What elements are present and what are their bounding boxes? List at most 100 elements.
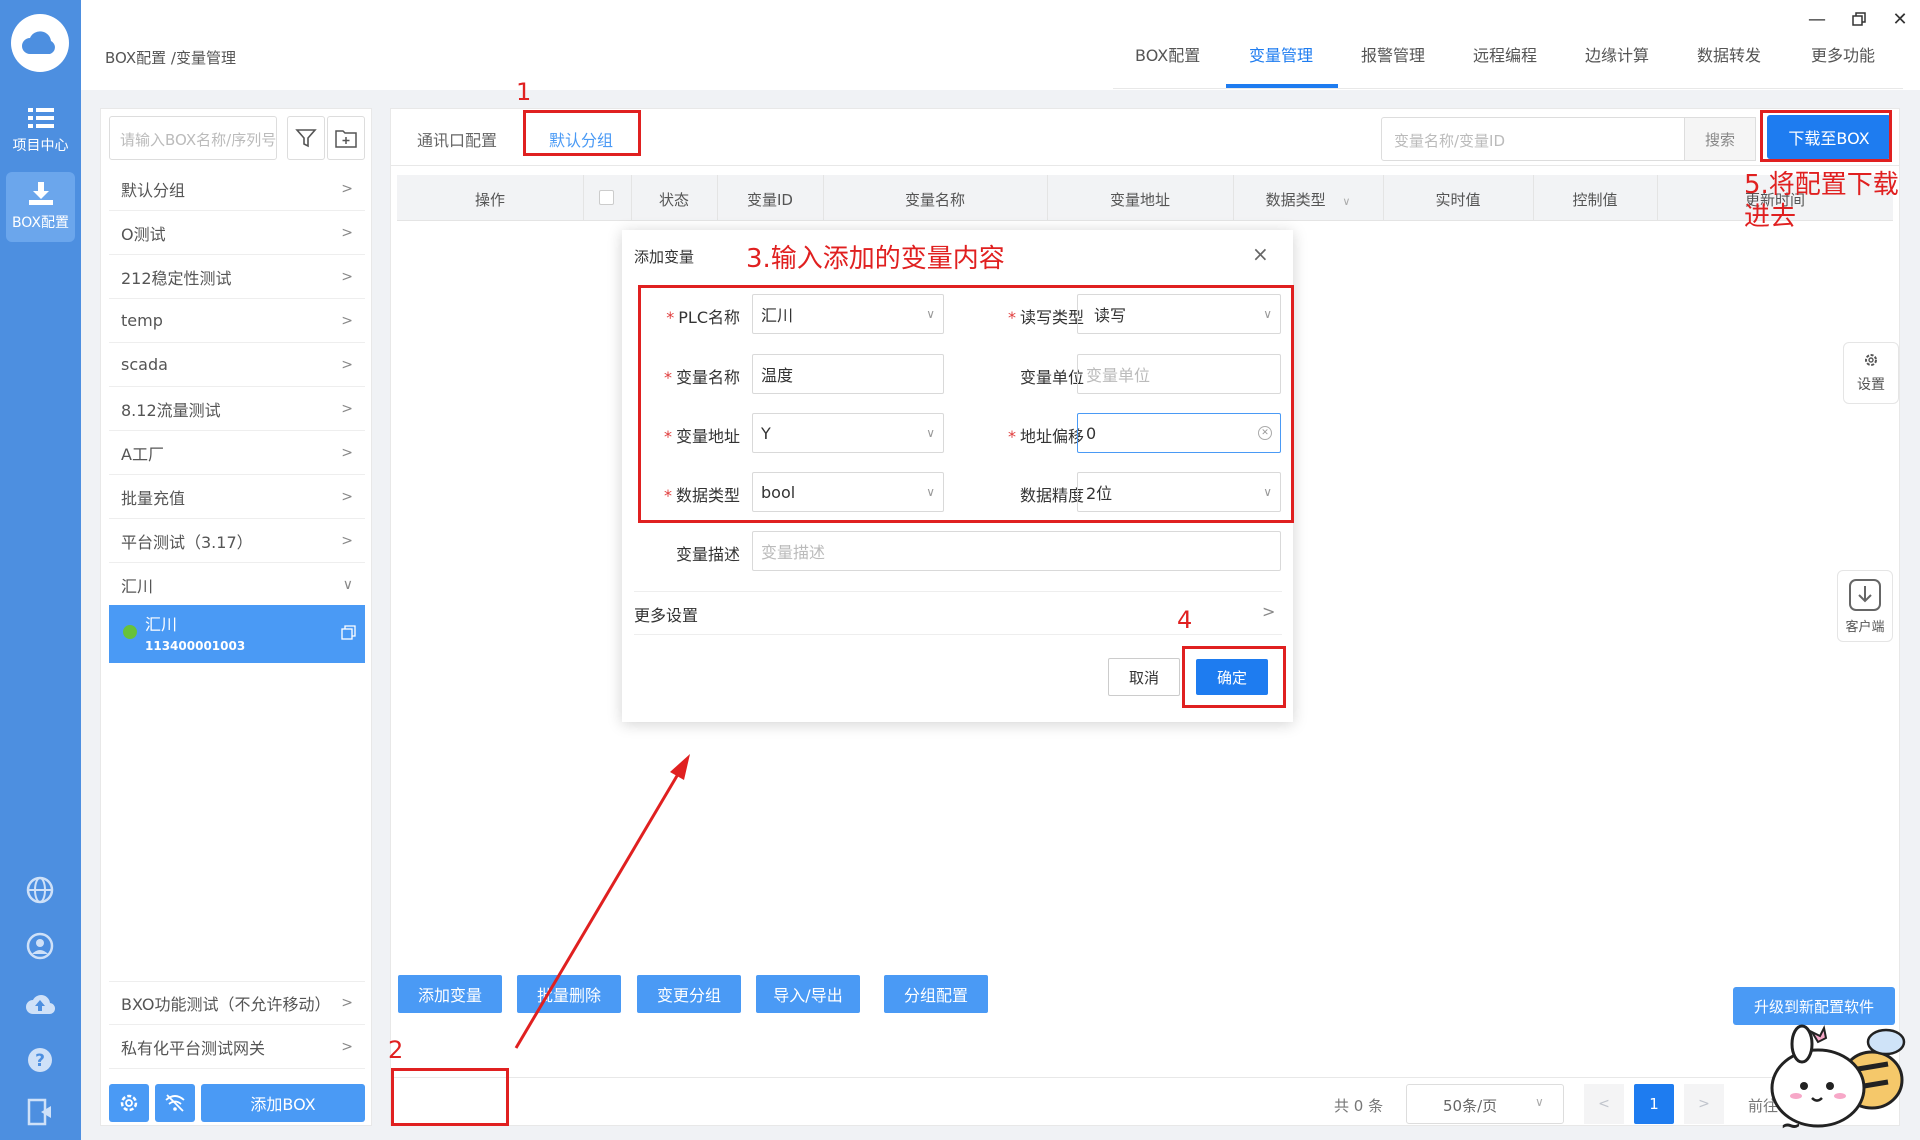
top-bar: BOX配置 /变量管理 BOX配置 变量管理 报警管理 远程编程 边缘计算 数据… bbox=[81, 0, 1920, 90]
svg-text:?: ? bbox=[35, 1051, 45, 1071]
online-status-dot bbox=[123, 625, 137, 639]
settings-gear-button[interactable] bbox=[109, 1084, 149, 1122]
current-page-button[interactable]: 1 bbox=[1634, 1084, 1674, 1124]
exit-icon[interactable] bbox=[24, 1096, 56, 1128]
wifi-off-button[interactable] bbox=[155, 1084, 195, 1122]
description-input[interactable]: 变量描述 bbox=[752, 531, 1281, 571]
subtab-comm-port-config[interactable]: 通讯口配置 bbox=[417, 127, 497, 151]
chevron-down-icon: ∨ bbox=[342, 577, 353, 593]
add-folder-icon[interactable] bbox=[327, 116, 365, 160]
left-rail: 项目中心 BOX配置 ? bbox=[0, 0, 81, 1140]
column-header-var-name: 变量名称 bbox=[904, 191, 965, 209]
tab-baseline bbox=[1113, 88, 1903, 89]
group-item[interactable]: 默认分组 > bbox=[109, 167, 365, 211]
page-size-select[interactable]: 50条/页 ∨ bbox=[1406, 1084, 1564, 1124]
list-icon bbox=[27, 108, 54, 128]
chevron-down-icon: ∨ bbox=[1535, 1095, 1544, 1109]
globe-icon[interactable] bbox=[24, 874, 56, 906]
device-name: 汇川 bbox=[145, 615, 178, 634]
group-item[interactable]: O测试 > bbox=[109, 211, 365, 255]
group-item[interactable]: scada > bbox=[109, 343, 365, 387]
chevron-right-icon: > bbox=[341, 356, 353, 373]
wifi-off-icon bbox=[165, 1094, 185, 1112]
add-box-button[interactable]: 添加BOX bbox=[201, 1084, 365, 1122]
annotation-step2: 2 bbox=[388, 1036, 404, 1064]
mascot-sticker-icon: ~ bbox=[1760, 1022, 1910, 1140]
cloud-upload-icon[interactable] bbox=[24, 988, 56, 1020]
column-header-data-type[interactable]: 数据类型 ∨ bbox=[1233, 189, 1383, 210]
chevron-right-icon: > bbox=[341, 444, 353, 461]
chevron-right-icon: > bbox=[341, 532, 353, 549]
total-count: 共 0 条 bbox=[1334, 1097, 1384, 1115]
rail-item-box-config[interactable]: BOX配置 bbox=[6, 172, 75, 242]
download-box-icon bbox=[1849, 578, 1881, 611]
import-export-button[interactable]: 导入/导出 bbox=[756, 975, 860, 1013]
group-item[interactable]: 8.12流量测试 > bbox=[109, 387, 365, 431]
select-all-checkbox[interactable] bbox=[599, 190, 614, 205]
tab-variable-management[interactable]: 变量管理 bbox=[1249, 42, 1313, 66]
add-variable-button[interactable]: 添加变量 bbox=[398, 975, 502, 1013]
upgrade-button[interactable]: 升级到新配置软件 bbox=[1733, 987, 1895, 1025]
group-item[interactable]: 平台测试（3.17） > bbox=[109, 519, 365, 563]
minimize-icon[interactable]: — bbox=[1806, 8, 1828, 30]
tab-box-config[interactable]: BOX配置 bbox=[1135, 42, 1200, 66]
group-item[interactable]: 批量充值 > bbox=[109, 475, 365, 519]
gear-icon bbox=[120, 1094, 138, 1112]
footer-divider bbox=[391, 1077, 1899, 1078]
annotation-step3: 3.输入添加的变量内容 bbox=[746, 244, 1005, 274]
annotation-arrow-icon bbox=[514, 754, 690, 1049]
group-item-expanded[interactable]: 汇川 ∨ bbox=[109, 563, 365, 607]
subtab-divider bbox=[391, 165, 1899, 166]
annotation-box-step4 bbox=[1182, 646, 1286, 708]
tab-data-forwarding[interactable]: 数据转发 bbox=[1697, 42, 1761, 66]
device-item-selected[interactable]: 汇川 113400001003 bbox=[109, 605, 365, 663]
annotation-box-step5 bbox=[1760, 110, 1892, 162]
rail-item-label: BOX配置 bbox=[11, 215, 70, 231]
column-separator bbox=[583, 175, 584, 221]
next-page-button[interactable]: > bbox=[1684, 1084, 1724, 1124]
annotation-step5-line1: 5.将配置下载 bbox=[1744, 170, 1899, 200]
tab-alarm-management[interactable]: 报警管理 bbox=[1361, 42, 1425, 66]
annotation-step4: 4 bbox=[1177, 606, 1193, 634]
tab-remote-programming[interactable]: 远程编程 bbox=[1473, 42, 1537, 66]
group-item[interactable]: A工厂 > bbox=[109, 431, 365, 475]
active-tab-underline bbox=[1226, 84, 1338, 88]
client-float-button[interactable]: 客户端 bbox=[1837, 570, 1893, 642]
search-button[interactable]: 搜索 bbox=[1684, 117, 1756, 161]
group-config-button[interactable]: 分组配置 bbox=[884, 975, 988, 1013]
close-window-icon[interactable]: ✕ bbox=[1889, 8, 1911, 30]
variable-search-input[interactable]: 变量名称/变量ID bbox=[1381, 117, 1685, 161]
rail-item-label: 项目中心 bbox=[12, 138, 69, 154]
settings-float-button[interactable]: 设置 bbox=[1843, 342, 1899, 404]
tab-edge-computing[interactable]: 边缘计算 bbox=[1585, 42, 1649, 66]
help-icon[interactable]: ? bbox=[24, 1044, 56, 1076]
tab-more-features[interactable]: 更多功能 bbox=[1811, 42, 1875, 66]
group-item[interactable]: 212稳定性测试 > bbox=[109, 255, 365, 299]
cancel-button[interactable]: 取消 bbox=[1108, 658, 1180, 696]
download-icon bbox=[28, 182, 53, 205]
app-logo-icon bbox=[11, 14, 69, 72]
copy-icon[interactable] bbox=[341, 625, 356, 644]
annotation-box-step3 bbox=[638, 285, 1294, 523]
rail-item-project-center[interactable]: 项目中心 bbox=[6, 96, 75, 166]
annotation-box-step1 bbox=[523, 110, 641, 156]
annotation-step5-line2: 进去 bbox=[1744, 202, 1797, 232]
group-item[interactable]: temp > bbox=[109, 299, 365, 343]
restore-icon[interactable] bbox=[1848, 8, 1870, 30]
box-search-input[interactable]: 请输入BOX名称/序列号 bbox=[109, 116, 277, 160]
group-item[interactable]: BXO功能测试（不允许移动） > bbox=[109, 981, 365, 1025]
chevron-right-icon: > bbox=[341, 180, 353, 197]
box-sidebar: 请输入BOX名称/序列号 默认分组 > O测试 > 212稳定性测试 > temp > … bbox=[100, 108, 372, 1126]
chevron-right-icon: > bbox=[341, 1038, 353, 1055]
filter-icon[interactable] bbox=[287, 116, 325, 160]
description-label: 变量描述 bbox=[675, 545, 740, 564]
divider bbox=[634, 591, 1282, 592]
user-icon[interactable] bbox=[24, 930, 56, 962]
annotation-box-step2 bbox=[391, 1068, 509, 1126]
group-item[interactable]: 私有化平台测试网关 > bbox=[109, 1025, 365, 1069]
close-icon[interactable]: × bbox=[1252, 242, 1269, 266]
annotation-step1: 1 bbox=[516, 78, 532, 106]
prev-page-button[interactable]: < bbox=[1584, 1084, 1624, 1124]
column-header-realtime-value: 实时值 bbox=[1435, 191, 1481, 209]
chevron-down-icon: ∨ bbox=[1342, 195, 1351, 208]
